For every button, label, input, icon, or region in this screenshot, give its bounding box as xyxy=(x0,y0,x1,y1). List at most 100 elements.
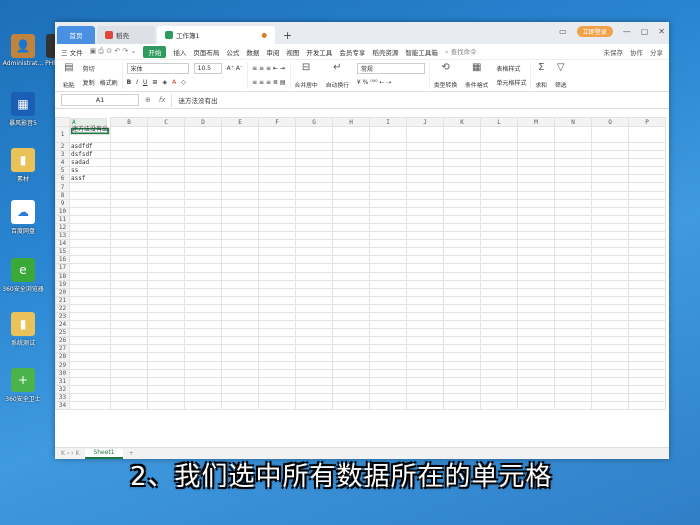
cell[interactable] xyxy=(258,320,297,330)
cell[interactable] xyxy=(369,239,408,249)
cell[interactable] xyxy=(406,384,445,394)
cell[interactable] xyxy=(110,206,149,216)
cell[interactable] xyxy=(221,320,260,330)
column-header[interactable]: M xyxy=(517,117,556,127)
cell[interactable] xyxy=(628,328,667,338)
cell[interactable] xyxy=(184,182,223,192)
cell[interactable] xyxy=(295,231,334,241)
cell[interactable] xyxy=(221,400,260,411)
cell[interactable] xyxy=(591,303,630,313)
cell[interactable] xyxy=(517,214,556,224)
cell[interactable] xyxy=(480,182,519,192)
share-button[interactable]: 分享 xyxy=(650,47,663,57)
cell[interactable] xyxy=(443,247,482,257)
cell[interactable] xyxy=(258,255,297,265)
system-folder-icon[interactable]: ▮ 系统测试 xyxy=(2,312,44,347)
cell[interactable] xyxy=(147,239,186,249)
row-header[interactable]: 28 xyxy=(55,352,70,362)
cell[interactable] xyxy=(406,400,445,411)
cell[interactable] xyxy=(68,400,112,411)
cell[interactable] xyxy=(369,141,408,152)
cell[interactable] xyxy=(480,279,519,289)
cell[interactable] xyxy=(443,158,482,168)
row-header[interactable]: 23 xyxy=(55,311,70,322)
cell[interactable] xyxy=(628,231,667,241)
cell[interactable] xyxy=(110,384,149,394)
column-header[interactable]: H xyxy=(332,117,371,127)
cell[interactable] xyxy=(554,368,593,378)
cell[interactable] xyxy=(406,360,445,370)
cell[interactable] xyxy=(184,222,223,233)
cell[interactable] xyxy=(517,239,556,249)
cell[interactable] xyxy=(68,231,112,241)
cell[interactable] xyxy=(221,279,260,289)
cell[interactable] xyxy=(591,141,630,152)
cell[interactable] xyxy=(369,263,408,273)
cell[interactable] xyxy=(184,360,223,370)
align-icons-top[interactable]: ≡ ≡ ≡ ⇤ ⇥ xyxy=(252,62,285,75)
cell[interactable] xyxy=(591,239,630,249)
cell[interactable] xyxy=(406,271,445,281)
cell[interactable] xyxy=(147,263,186,273)
cell[interactable] xyxy=(110,263,149,273)
cell[interactable] xyxy=(554,247,593,257)
cell[interactable] xyxy=(147,206,186,216)
cell[interactable] xyxy=(554,287,593,297)
cell[interactable] xyxy=(68,271,112,281)
cell[interactable] xyxy=(184,344,223,354)
cell[interactable] xyxy=(295,295,334,305)
cell[interactable] xyxy=(258,206,297,216)
cell[interactable] xyxy=(110,271,149,281)
cell[interactable] xyxy=(591,158,630,168)
row-header[interactable]: 4 xyxy=(55,158,70,168)
cell[interactable] xyxy=(369,271,408,281)
cell[interactable] xyxy=(369,392,408,403)
cell[interactable] xyxy=(221,166,260,176)
cell[interactable] xyxy=(221,295,260,305)
cell[interactable] xyxy=(406,368,445,378)
column-header[interactable]: O xyxy=(591,117,630,127)
cell[interactable] xyxy=(591,190,630,200)
new-tab-button[interactable]: + xyxy=(277,26,298,44)
cell[interactable] xyxy=(369,126,408,143)
cell[interactable] xyxy=(369,400,408,411)
cell[interactable] xyxy=(332,214,371,224)
cell[interactable] xyxy=(221,239,260,249)
cell[interactable] xyxy=(443,239,482,249)
cell[interactable] xyxy=(68,190,112,200)
cell[interactable] xyxy=(184,352,223,362)
cell[interactable] xyxy=(332,360,371,370)
cell[interactable] xyxy=(295,206,334,216)
cell[interactable] xyxy=(295,255,334,265)
cell[interactable] xyxy=(480,295,519,305)
login-button[interactable]: 立即登录 xyxy=(576,26,613,37)
cell[interactable] xyxy=(221,263,260,273)
cell[interactable] xyxy=(591,368,630,378)
cell[interactable] xyxy=(628,166,667,176)
cell[interactable] xyxy=(628,368,667,378)
cell[interactable] xyxy=(406,150,445,160)
cell[interactable] xyxy=(184,214,223,224)
cell[interactable] xyxy=(480,214,519,224)
cell[interactable] xyxy=(295,376,334,386)
cell[interactable] xyxy=(517,287,556,297)
cell[interactable] xyxy=(110,287,149,297)
cell[interactable] xyxy=(184,336,223,346)
cell[interactable] xyxy=(369,376,408,386)
cell[interactable] xyxy=(480,166,519,176)
cell[interactable] xyxy=(480,247,519,257)
close-icon[interactable]: ✕ xyxy=(658,27,665,36)
cell[interactable] xyxy=(258,198,297,208)
cell[interactable] xyxy=(221,392,260,403)
cell[interactable] xyxy=(221,214,260,224)
cell[interactable] xyxy=(554,392,593,403)
cell[interactable] xyxy=(517,376,556,386)
cell[interactable] xyxy=(258,303,297,313)
column-header[interactable]: G xyxy=(295,117,334,127)
cell[interactable] xyxy=(591,263,630,273)
cell[interactable] xyxy=(443,392,482,403)
cell[interactable] xyxy=(554,214,593,224)
cell[interactable] xyxy=(369,368,408,378)
cell[interactable] xyxy=(591,384,630,394)
cell[interactable] xyxy=(221,311,260,322)
